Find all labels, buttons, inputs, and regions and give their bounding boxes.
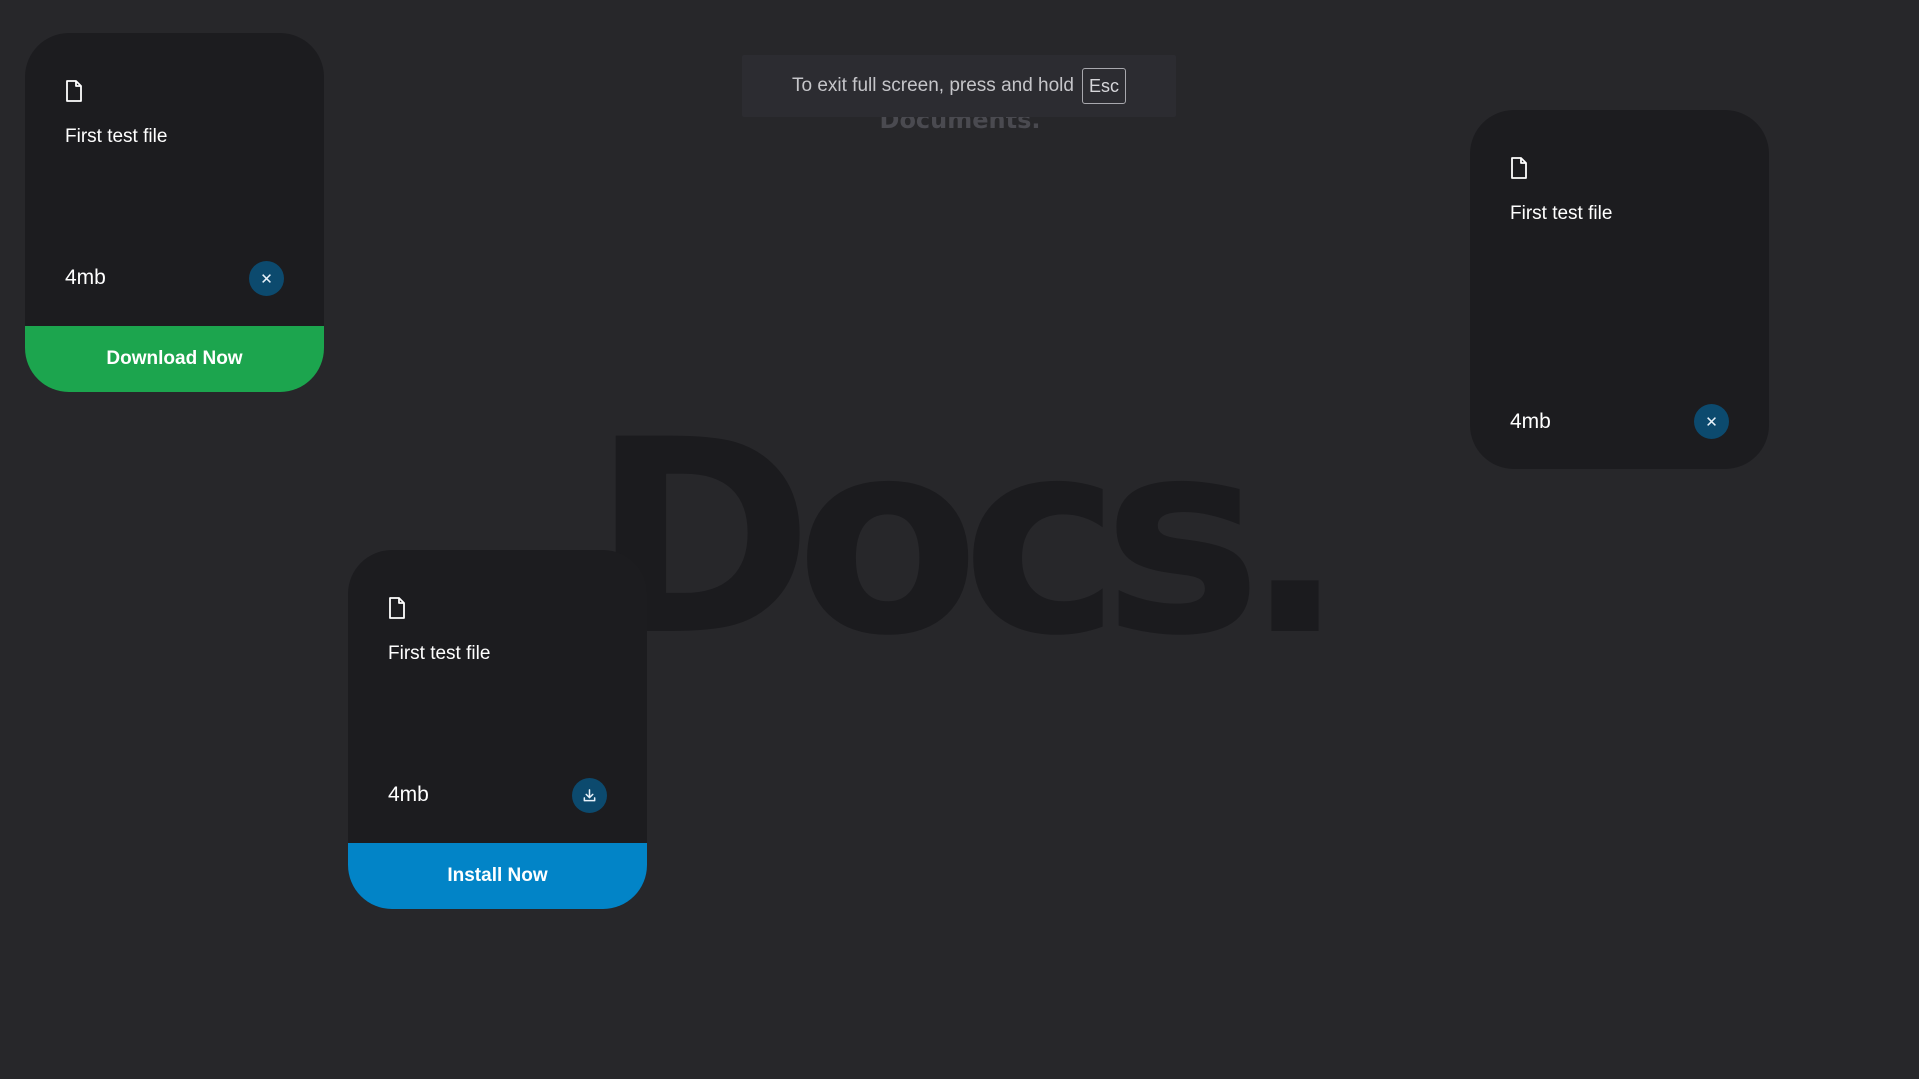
file-card: First test file 4mb ✕ Download Now [25,33,324,392]
file-card: First test file 4mb Install Now [348,550,647,909]
close-icon: ✕ [1705,413,1718,431]
close-icon: ✕ [260,270,273,288]
download-icon [583,789,596,802]
fullscreen-notice-text: To exit full screen, press and hold [791,75,1074,96]
download-now-button[interactable]: Download Now [25,326,324,392]
file-name: First test file [1510,203,1613,224]
file-card: First test file 4mb ✕ [1470,110,1769,469]
document-icon [66,80,82,102]
document-icon [389,597,405,619]
download-button[interactable] [572,778,607,813]
file-card-body: First test file 4mb ✕ [1470,110,1769,469]
file-size: 4mb [388,783,429,806]
document-icon [1511,157,1527,179]
fullscreen-notice: To exit full screen, press and hold Esc [742,55,1176,117]
close-button[interactable]: ✕ [1694,404,1729,439]
file-name: First test file [388,643,491,664]
file-size: 4mb [1510,410,1551,433]
file-card-body: First test file 4mb [348,550,647,843]
install-now-button[interactable]: Install Now [348,843,647,909]
file-card-body: First test file 4mb ✕ [25,33,324,326]
file-name: First test file [65,126,168,147]
esc-key-badge: Esc [1081,68,1126,104]
file-size: 4mb [65,266,106,289]
close-button[interactable]: ✕ [249,261,284,296]
